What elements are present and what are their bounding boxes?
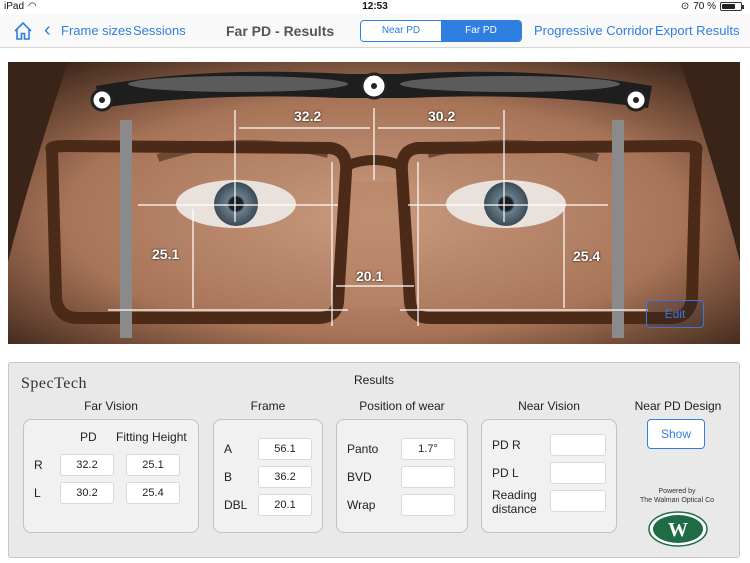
home-icon[interactable]	[12, 20, 34, 42]
far-pd-header: PD	[80, 430, 97, 444]
measure-dbl: 20.1	[356, 268, 384, 284]
far-row-label: R	[34, 458, 43, 472]
near-vision-title: Near Vision	[518, 399, 580, 413]
fitting-height-header: Fitting Height	[116, 430, 187, 444]
near-pd-r-value	[550, 434, 606, 456]
progressive-corridor-link[interactable]: Progressive Corridor	[534, 23, 653, 38]
navigation-bar: ‹ Frame sizes Sessions Far PD - Results …	[0, 14, 750, 48]
tab-far-pd[interactable]: Far PD	[441, 21, 521, 41]
powered-by-text: Powered by The Walman Optical Co	[621, 487, 733, 505]
results-panel: SpecTech Results Far Vision PD Fitting H…	[8, 362, 740, 558]
bvd-label: BVD	[347, 470, 372, 484]
company-name: The Walman Optical Co	[639, 497, 715, 504]
face-photo-measurement: 32.2 30.2 25.1 25.4 20.1 Edit	[8, 62, 740, 344]
face-photo-illustration	[8, 62, 740, 344]
near-pd-l-value	[550, 462, 606, 484]
near-vision-box: PD R PD L Reading distance	[481, 419, 617, 533]
battery-icon	[720, 2, 744, 11]
fitting-height-left-value: 25.4	[126, 482, 180, 504]
near-pd-design-title: Near PD Design	[634, 399, 722, 413]
show-button[interactable]: Show	[647, 419, 705, 449]
fitting-height-right-value: 25.1	[126, 454, 180, 476]
frame-sizes-link[interactable]: Frame sizes	[61, 23, 132, 38]
status-bar: iPad ◠ 12:53 ⊙ 70 %	[0, 0, 750, 14]
results-title: Results	[353, 373, 394, 387]
near-pd-r-label: PD R	[492, 438, 521, 452]
logo-letter: W	[668, 519, 688, 541]
frame-a-label: A	[224, 442, 233, 456]
far-row-label: L	[34, 486, 41, 500]
far-pd-left-value: 30.2	[60, 482, 114, 504]
rotation-lock-icon: ⊙	[680, 1, 690, 12]
position-of-wear-box: Panto 1.7° BVD Wrap	[336, 419, 468, 533]
sessions-link[interactable]: Sessions	[133, 23, 186, 38]
edit-button[interactable]: Edit	[646, 300, 704, 328]
frame-b-label: B	[224, 470, 233, 484]
measure-right-height: 25.1	[152, 246, 180, 262]
wrap-value	[401, 494, 455, 516]
walman-logo-icon: W	[648, 511, 708, 547]
tab-near-pd[interactable]: Near PD	[361, 21, 441, 41]
frame-b-value: 36.2	[258, 466, 312, 488]
frame-dbl-label: DBL	[224, 498, 248, 512]
frame-box: A 56.1 B 36.2 DBL 20.1	[213, 419, 323, 533]
far-pd-right-value: 32.2	[60, 454, 114, 476]
wrap-label: Wrap	[347, 498, 376, 512]
measure-left-height: 25.4	[573, 248, 601, 264]
reading-distance-value	[550, 490, 606, 512]
far-vision-title: Far Vision	[84, 399, 138, 413]
powered-by-label: Powered by	[658, 488, 696, 495]
measure-right-pd: 32.2	[294, 108, 322, 124]
battery-percent: 70 %	[693, 1, 716, 12]
panto-value: 1.7°	[401, 438, 455, 460]
export-results-link[interactable]: Export Results	[655, 23, 740, 38]
position-of-wear-title: Position of wear	[359, 399, 445, 413]
near-pd-l-label: PD L	[492, 466, 519, 480]
measure-left-pd: 30.2	[428, 108, 456, 124]
frame-dbl-value: 20.1	[258, 494, 312, 516]
far-vision-box: PD Fitting Height R 32.2 25.1 L 30.2 25.…	[23, 419, 199, 533]
pd-mode-segmented-control: Near PD Far PD	[360, 20, 522, 42]
frame-a-value: 56.1	[258, 438, 312, 460]
page-title: Far PD - Results	[226, 23, 335, 39]
back-chevron-icon[interactable]: ‹	[44, 20, 51, 40]
frame-title: Frame	[250, 399, 286, 413]
reading-distance-label: Reading distance	[492, 488, 537, 516]
panto-label: Panto	[347, 442, 379, 456]
bvd-value	[401, 466, 455, 488]
clock: 12:53	[362, 1, 388, 12]
status-right: ⊙ 70 %	[680, 1, 744, 12]
